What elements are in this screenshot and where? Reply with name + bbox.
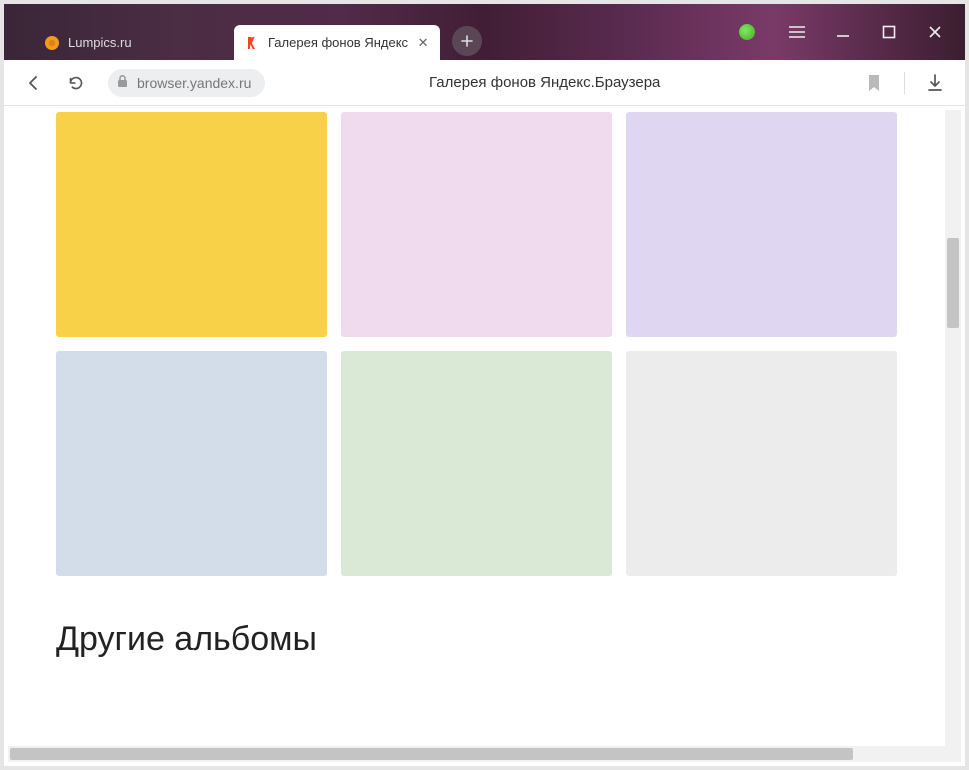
tab-lumpics[interactable]: Lumpics.ru [34,25,234,60]
close-window-button[interactable] [925,22,945,42]
close-icon[interactable]: ✕ [416,36,430,50]
bookmark-icon[interactable] [864,73,884,93]
scroll-corner [945,746,961,762]
page-title: Галерея фонов Яндекс.Браузера [287,74,842,91]
lock-icon [116,74,129,91]
yandex-favicon-icon [244,35,260,51]
menu-icon[interactable] [787,22,807,42]
viewport: Другие альбомы [8,110,945,746]
content-area: Другие альбомы [8,110,961,762]
back-button[interactable] [24,73,44,93]
reload-button[interactable] [66,73,86,93]
separator [904,72,905,94]
tab-yandex-gallery[interactable]: Галерея фонов Яндекс ✕ [234,25,440,60]
tabs-row: Lumpics.ru Галерея фонов Яндекс ✕ [4,4,482,60]
download-icon[interactable] [925,73,945,93]
address-bar[interactable]: browser.yandex.ru [108,69,265,97]
new-tab-button[interactable] [452,26,482,56]
toolbar-right [864,72,945,94]
window-controls [739,4,965,60]
tab-title: Галерея фонов Яндекс [268,35,408,50]
tab-title: Lumpics.ru [68,35,224,50]
extension-icon[interactable] [739,24,755,40]
color-card[interactable] [626,351,897,576]
color-grid [8,110,945,576]
vertical-scrollbar[interactable] [945,110,961,746]
toolbar: browser.yandex.ru Галерея фонов Яндекс.Б… [4,60,965,106]
color-card[interactable] [56,351,327,576]
color-card[interactable] [341,351,612,576]
color-card[interactable] [56,112,327,337]
vertical-scroll-thumb[interactable] [947,238,959,328]
maximize-button[interactable] [879,22,899,42]
color-card[interactable] [341,112,612,337]
horizontal-scrollbar[interactable] [8,746,945,762]
lumpics-favicon-icon [44,35,60,51]
url-text: browser.yandex.ru [137,75,251,91]
color-card[interactable] [626,112,897,337]
horizontal-scroll-thumb[interactable] [10,748,853,760]
titlebar: Lumpics.ru Галерея фонов Яндекс ✕ [4,4,965,60]
minimize-button[interactable] [833,22,853,42]
section-heading: Другие альбомы [8,576,945,659]
